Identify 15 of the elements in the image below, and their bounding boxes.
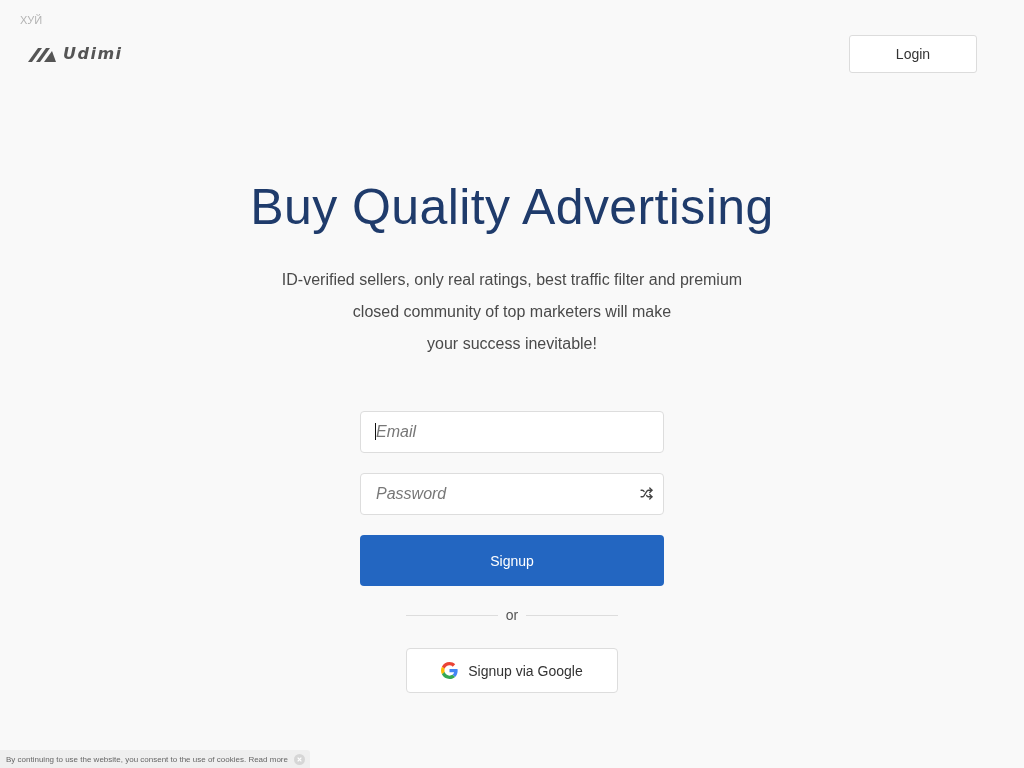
signup-button[interactable]: Signup — [360, 535, 664, 586]
logo-text: Udimi — [63, 44, 123, 64]
page-title: Buy Quality Advertising — [250, 178, 774, 236]
subtitle-text: ID-verified sellers, only real ratings, best traffic filter and premium closed community of top marketers will make your success inevitable! — [281, 270, 743, 354]
divider-text: or — [505, 606, 519, 625]
google-g-icon — [441, 662, 459, 679]
login-button[interactable]: Login — [849, 35, 977, 73]
corner-note: ХУЙ — [20, 13, 43, 27]
shuffle-icon[interactable] — [640, 487, 653, 500]
logo-mark-icon — [28, 46, 58, 62]
cookie-notice-text: By continuing to use the website, you consent to the use of cookies. Read more — [6, 754, 288, 764]
input-field[interactable]: Email — [360, 411, 664, 453]
read-more-link[interactable]: Read more — [248, 754, 288, 764]
google-signup-button[interactable]: Signup via Google — [406, 648, 618, 693]
input-field[interactable]: Password — [360, 473, 664, 515]
